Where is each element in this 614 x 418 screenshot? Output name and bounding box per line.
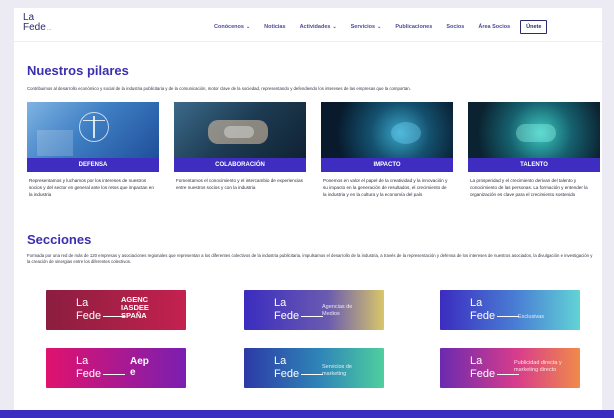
nav-item-actividades[interactable]: Actividades ⌄ [300, 24, 337, 30]
nav-label: Publicaciones [395, 24, 433, 30]
logo-line-1: La [470, 297, 483, 309]
nav-label: Socios [446, 24, 465, 30]
section-card-publicidad[interactable]: La Fede Publicidad directa y marketing di… [440, 348, 580, 388]
chevron-down-icon: ⌄ [245, 24, 251, 30]
section-card-aepe[interactable]: La Fede Aep e [46, 348, 186, 388]
card-logo: La Fede [76, 355, 126, 381]
pillar-card-defensa[interactable]: DEFENSA Representamos y luchamos por los… [27, 102, 159, 220]
hand-icon [516, 124, 556, 142]
pillars-intro: Contribuimos al desarrollo económico y s… [27, 86, 411, 91]
logo-line-1: La [76, 297, 89, 309]
pillar-card-colaboracion[interactable]: COLABORACIÓN Fomentamos el conocimiento … [174, 102, 306, 220]
card-tag: AGENC IASDEE SPAÑA [121, 295, 149, 320]
logo-line-1: La [76, 355, 89, 367]
section-card-agencias[interactable]: La Fede AGENC IASDEE SPAÑA [46, 290, 186, 330]
pillar-text: La prosperidad y el crecimiento derivan … [470, 178, 588, 197]
nav-label: Noticias [264, 24, 286, 30]
logo-line-2: Fede [274, 368, 300, 380]
logo-line-2: Fede [274, 310, 300, 322]
logo-word: Fede [23, 22, 46, 33]
pillar-text: Representamos y luchamos por los interes… [29, 178, 154, 197]
pillar-label: TALENTO [468, 158, 600, 172]
pillar-label: IMPACTO [321, 158, 453, 172]
pillar-label: DEFENSA [27, 158, 159, 172]
page: La Fede... Conócenos ⌄ Noticias Actividad… [14, 8, 602, 410]
pillar-text: Fomentamos el conocimiento y el intercam… [176, 178, 303, 190]
site-header: La Fede... Conócenos ⌄ Noticias Actividad… [14, 8, 602, 42]
pillar-card-impacto[interactable]: IMPACTO Ponemos en valor el papel de la … [321, 102, 453, 220]
pillar-card-talento[interactable]: TALENTO La prosperidad y el crecimiento … [468, 102, 600, 220]
pillar-text: Ponemos en valor el papel de la creativi… [323, 178, 448, 197]
card-tag: Agencias de Medios [322, 304, 353, 317]
nav-item-publicaciones[interactable]: Publicaciones [395, 24, 432, 30]
logo-underline [497, 373, 520, 375]
logo-line-2: Fede [470, 310, 496, 322]
logo-line-1: La [470, 355, 483, 367]
card-tag: Aep e [130, 356, 149, 378]
nav-label: Servicios [350, 24, 376, 30]
sections-intro: Formada por una red de más de 120 empres… [27, 253, 593, 264]
digital-hand-image [468, 102, 600, 158]
glow-icon [391, 122, 421, 144]
section-card-exclusivas[interactable]: La Fede Exclusivas [440, 290, 580, 330]
card-logo: La Fede [470, 355, 520, 381]
card-tag: Publicidad directa y marketing directo [514, 360, 562, 373]
main-nav: Conócenos ⌄ Noticias Actividades ⌄ Servici… [214, 20, 548, 34]
join-button[interactable]: Únete [520, 20, 548, 34]
logo-underline [103, 373, 126, 375]
nav-item-servicios[interactable]: Servicios ⌄ [351, 24, 382, 30]
nav-item-noticias[interactable]: Noticias [264, 24, 285, 30]
logo-underline [497, 315, 520, 317]
chevron-down-icon: ⌄ [332, 24, 337, 30]
section-card-servicios[interactable]: La Fede Servicios de marketing [244, 348, 384, 388]
la-fede-logo[interactable]: La Fede... [23, 13, 52, 34]
card-logo: La Fede [76, 297, 126, 323]
logo-underline [301, 373, 324, 375]
grid-overlay-icon [37, 130, 73, 156]
hands-collaboration-image [174, 102, 306, 158]
logo-dots: ... [46, 26, 52, 32]
device-icon [224, 126, 254, 138]
nav-label: Área Socios [478, 24, 511, 30]
logo-line-2: Fede [470, 368, 496, 380]
scale-beam-icon [83, 120, 105, 121]
section-card-medios[interactable]: La Fede Agencias de Medios [244, 290, 384, 330]
pillars-title: Nuestros pilares [27, 63, 129, 78]
card-logo: La Fede [470, 297, 520, 323]
nav-item-area-socios[interactable]: Área Socios [478, 24, 510, 30]
card-tag: Exclusivas [518, 314, 544, 320]
nav-item-conocenos[interactable]: Conócenos ⌄ [214, 24, 250, 30]
logo-line-2: Fede... [23, 23, 52, 34]
sections-title: Secciones [27, 232, 92, 247]
logo-line-2: Fede [76, 310, 102, 322]
nav-label: Actividades [299, 24, 331, 30]
nav-label: Conócenos [214, 24, 244, 30]
chevron-down-icon: ⌄ [377, 24, 382, 30]
card-logo: La Fede [274, 297, 324, 323]
pillar-label: COLABORACIÓN [174, 158, 306, 172]
logo-line-2: Fede [76, 368, 102, 380]
justice-scale-image [27, 102, 159, 158]
logo-line-1: La [274, 297, 287, 309]
card-tag: Servicios de marketing [322, 364, 352, 377]
logo-line-1: La [274, 355, 287, 367]
nav-item-socios[interactable]: Socios [446, 24, 464, 30]
footer-band [0, 410, 614, 418]
logo-underline [301, 315, 324, 317]
card-logo: La Fede [274, 355, 324, 381]
digital-impact-image [321, 102, 453, 158]
